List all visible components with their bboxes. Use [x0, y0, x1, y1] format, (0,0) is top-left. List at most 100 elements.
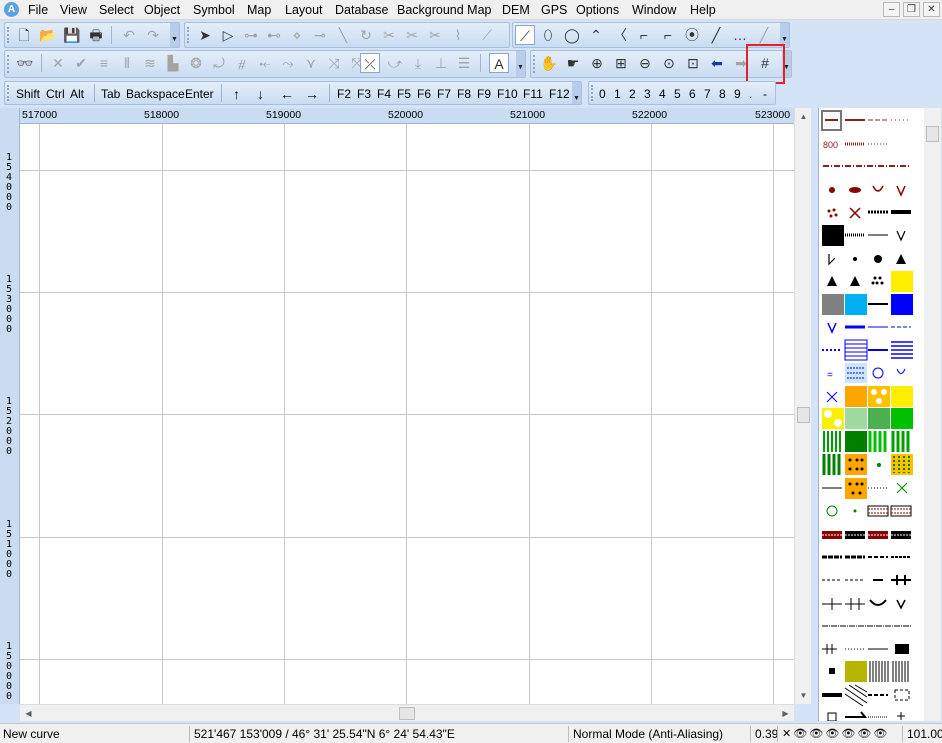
key-up[interactable]: ↑ [233, 86, 240, 102]
cut-hole-icon[interactable]: ✂ [402, 25, 422, 45]
edit-point-icon[interactable]: ▷ [218, 25, 238, 45]
menu-background-map[interactable]: Background Map [397, 2, 492, 18]
undo-icon[interactable]: ↶ [119, 25, 139, 45]
open-icon[interactable]: 📂 [38, 25, 58, 45]
key-right[interactable]: → [305, 86, 319, 102]
menu-file[interactable]: File [28, 2, 48, 18]
split-icon[interactable]: ⤨ [324, 53, 344, 73]
key-tab[interactable]: Tab [101, 86, 120, 102]
symbol-text-icon[interactable]: ⤻ [385, 53, 405, 73]
status-view-icons[interactable]: ✕ 👁 👁 👁 👁 👁 👁 [779, 726, 903, 742]
map-canvas[interactable] [20, 124, 794, 704]
key-ctrl[interactable]: Ctrl [46, 86, 65, 102]
scissors-icon[interactable]: ✂ [379, 25, 399, 45]
binoculars-icon[interactable]: 👓 [15, 53, 35, 73]
key-f9[interactable]: F9 [477, 86, 491, 102]
zoom-in-icon[interactable]: ⊕ [587, 53, 607, 73]
zoom-out-icon[interactable]: ⊖ [635, 53, 655, 73]
stack-icon[interactable]: ≋ [140, 53, 160, 73]
cut-icon[interactable]: ╲ [333, 25, 353, 45]
key-left[interactable]: ← [280, 86, 294, 102]
scroll-left-icon[interactable]: ◀ [20, 705, 37, 722]
horizontal-scrollbar[interactable]: ◀ ▶ [20, 704, 794, 721]
key-f3[interactable]: F3 [357, 86, 371, 102]
key-8[interactable]: 8 [719, 86, 726, 102]
key-0[interactable]: 0 [599, 86, 606, 102]
key-3[interactable]: 3 [644, 86, 651, 102]
curve-icon[interactable]: ⟋ [515, 25, 535, 45]
key-backspace[interactable]: Backspace [126, 86, 185, 102]
align-text-icon[interactable]: ⤓ [408, 53, 428, 73]
bar-icon[interactable]: ☰ [454, 53, 474, 73]
key-6[interactable]: 6 [689, 86, 696, 102]
redo-icon[interactable]: ↷ [143, 25, 163, 45]
vertical-scrollbar[interactable]: ▲ ▼ [794, 108, 811, 704]
key-alt[interactable]: Alt [70, 86, 84, 102]
menu-layout[interactable]: Layout [285, 2, 323, 18]
key-down[interactable]: ↓ [257, 86, 264, 102]
key-f11[interactable]: F11 [523, 86, 543, 102]
menu-window[interactable]: Window [632, 2, 676, 18]
key-5[interactable]: 5 [674, 86, 681, 102]
print-icon[interactable]: 🖶 [86, 25, 106, 45]
vertical-scroll-thumb[interactable] [797, 407, 810, 423]
dotted-line-icon[interactable]: … [730, 25, 750, 45]
menu-map[interactable]: Map [247, 2, 271, 18]
menu-options[interactable]: Options [576, 2, 619, 18]
menu-object[interactable]: Object [144, 2, 180, 18]
pan-icon[interactable]: ☛ [563, 53, 583, 73]
menu-select[interactable]: Select [99, 2, 134, 18]
straight-cut-icon[interactable]: ⟋ [477, 25, 497, 45]
toolbar-overflow-icon[interactable]: ▼ [516, 51, 525, 77]
close-icon[interactable]: ✕ [923, 2, 940, 17]
key-shift[interactable]: Shift [16, 86, 40, 102]
corner-point-icon[interactable]: ⋄ [287, 25, 307, 45]
delete-icon[interactable]: ✕ [48, 53, 68, 73]
zoom-fit-icon[interactable]: ⊙ [659, 53, 679, 73]
stairs-icon[interactable]: ▙ [163, 53, 183, 73]
straight-line-icon[interactable]: ╱ [706, 25, 726, 45]
zigzag-icon[interactable]: ⌃ [586, 25, 606, 45]
key-1[interactable]: 1 [614, 86, 621, 102]
check-icon[interactable]: ✔ [71, 53, 91, 73]
select-object-icon[interactable]: ➤ [195, 25, 215, 45]
save-icon[interactable]: 💾 [62, 25, 82, 45]
key-7[interactable]: 7 [704, 86, 711, 102]
key-2[interactable]: 2 [629, 86, 636, 102]
palette-scrollbar[interactable] [924, 108, 941, 721]
key-f6[interactable]: F6 [417, 86, 431, 102]
menu-symbol[interactable]: Symbol [193, 2, 235, 18]
connect-icon[interactable]: ⤳ [278, 53, 298, 73]
parallel-icon[interactable]: ⦀ [117, 53, 137, 73]
key-dot[interactable]: . [749, 86, 752, 102]
rotate-pattern-icon[interactable]: ⤾ [209, 53, 229, 73]
add-point-icon[interactable]: ⊶ [241, 25, 261, 45]
rectangle-icon[interactable]: ⌐ [634, 25, 654, 45]
symbol-palette[interactable]: 800 = [818, 108, 924, 721]
delete-point-icon[interactable]: ⊷ [264, 25, 284, 45]
restore-icon[interactable]: ❐ [903, 2, 920, 17]
align-icon[interactable]: ≡ [94, 53, 114, 73]
zoom-window-icon[interactable]: ⊞ [611, 53, 631, 73]
key-f2[interactable]: F2 [337, 86, 351, 102]
scroll-right-icon[interactable]: ▶ [777, 705, 794, 722]
new-icon[interactable]: 🗋 [14, 25, 34, 45]
toolbar-overflow-icon[interactable]: ▼ [170, 23, 179, 47]
key-f10[interactable]: F10 [497, 86, 518, 102]
freehand-icon[interactable]: 〈 [610, 25, 630, 45]
key-f7[interactable]: F7 [437, 86, 451, 102]
mirror-icon[interactable]: ⤫ [360, 53, 380, 73]
key-f4[interactable]: F4 [377, 86, 391, 102]
menu-dem[interactable]: DEM [502, 2, 530, 18]
key-f8[interactable]: F8 [457, 86, 471, 102]
hand-icon[interactable]: ✋ [539, 53, 559, 73]
palette-scroll-thumb[interactable] [926, 126, 939, 142]
key-enter[interactable]: Enter [185, 86, 214, 102]
minimize-icon[interactable]: – [883, 2, 900, 17]
circle-icon[interactable]: ◯ [562, 25, 582, 45]
key-f5[interactable]: F5 [397, 86, 411, 102]
hatch-icon[interactable]: ❂ [186, 53, 206, 73]
menu-help[interactable]: Help [690, 2, 716, 18]
rotate-icon[interactable]: ↻ [356, 25, 376, 45]
line-icon[interactable]: ╱ [754, 25, 774, 45]
